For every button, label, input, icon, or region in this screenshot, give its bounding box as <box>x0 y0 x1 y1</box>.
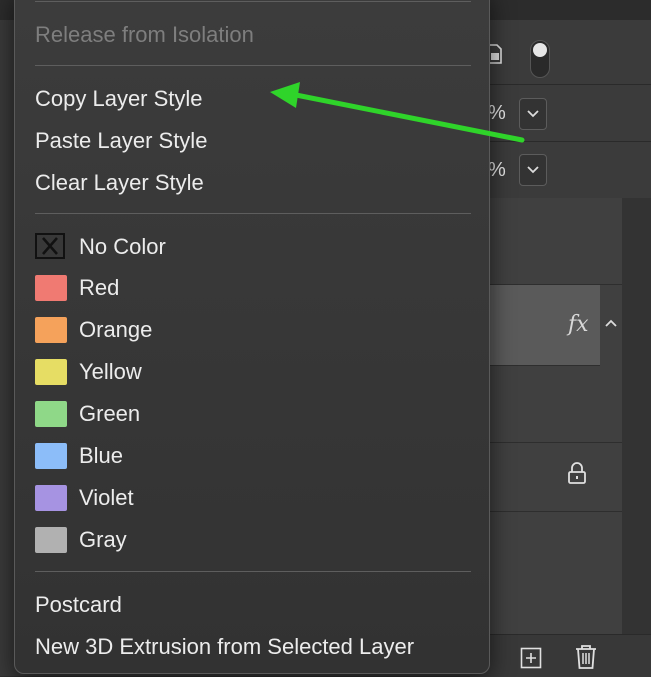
layer-row[interactable] <box>470 198 622 285</box>
menu-separator <box>35 213 471 214</box>
toggle-knob <box>533 43 547 57</box>
color-swatch-violet <box>35 485 67 511</box>
color-swatch-red <box>35 275 67 301</box>
menu-item-clear-layer-style[interactable]: Clear Layer Style <box>35 169 204 197</box>
layer-row[interactable] <box>470 366 622 443</box>
color-swatch-blue <box>35 443 67 469</box>
no-color-swatch <box>35 233 65 259</box>
color-swatch-orange <box>35 317 67 343</box>
menu-item-postcard[interactable]: Postcard <box>35 591 122 619</box>
layer-context-menu: Release from Isolation Copy Layer Style … <box>14 0 490 674</box>
fill-percent: % <box>488 159 506 181</box>
menu-separator <box>35 571 471 572</box>
menu-item-orange[interactable]: Orange <box>79 316 152 344</box>
x-icon <box>42 237 58 255</box>
chevron-up-icon[interactable] <box>604 318 618 328</box>
menu-item-violet[interactable]: Violet <box>79 484 134 512</box>
layer-row[interactable] <box>470 443 622 512</box>
color-swatch-gray <box>35 527 67 553</box>
menu-item-green[interactable]: Green <box>79 400 140 428</box>
trash-icon[interactable] <box>574 644 598 670</box>
color-swatch-yellow <box>35 359 67 385</box>
lock-icon <box>568 462 586 484</box>
lock-pixels-icon[interactable] <box>488 44 502 64</box>
opacity-percent: % <box>488 102 506 124</box>
menu-item-new-3d-extrusion[interactable]: New 3D Extrusion from Selected Layer <box>35 633 414 661</box>
fill-dropdown[interactable] <box>519 154 547 186</box>
menu-item-release-from-isolation: Release from Isolation <box>35 22 254 47</box>
menu-item-copy-layer-style[interactable]: Copy Layer Style <box>35 85 203 113</box>
menu-item-gray[interactable]: Gray <box>79 526 127 554</box>
panel-toggle[interactable] <box>530 40 550 78</box>
chevron-down-icon <box>527 110 539 118</box>
fx-icon[interactable]: fx <box>568 312 589 337</box>
layers-bottom-bar <box>470 634 651 677</box>
color-swatch-green <box>35 401 67 427</box>
menu-item-no-color[interactable]: No Color <box>79 233 166 261</box>
menu-item-yellow[interactable]: Yellow <box>79 358 142 386</box>
layers-scrollbar[interactable] <box>622 198 651 634</box>
new-layer-icon[interactable] <box>520 647 542 669</box>
menu-item-blue[interactable]: Blue <box>79 442 123 470</box>
opacity-dropdown[interactable] <box>519 98 547 130</box>
menu-item-red[interactable]: Red <box>79 274 119 302</box>
menu-item-paste-layer-style[interactable]: Paste Layer Style <box>35 127 207 155</box>
menu-separator <box>35 65 471 66</box>
chevron-down-icon <box>527 166 539 174</box>
menu-separator <box>35 1 471 2</box>
